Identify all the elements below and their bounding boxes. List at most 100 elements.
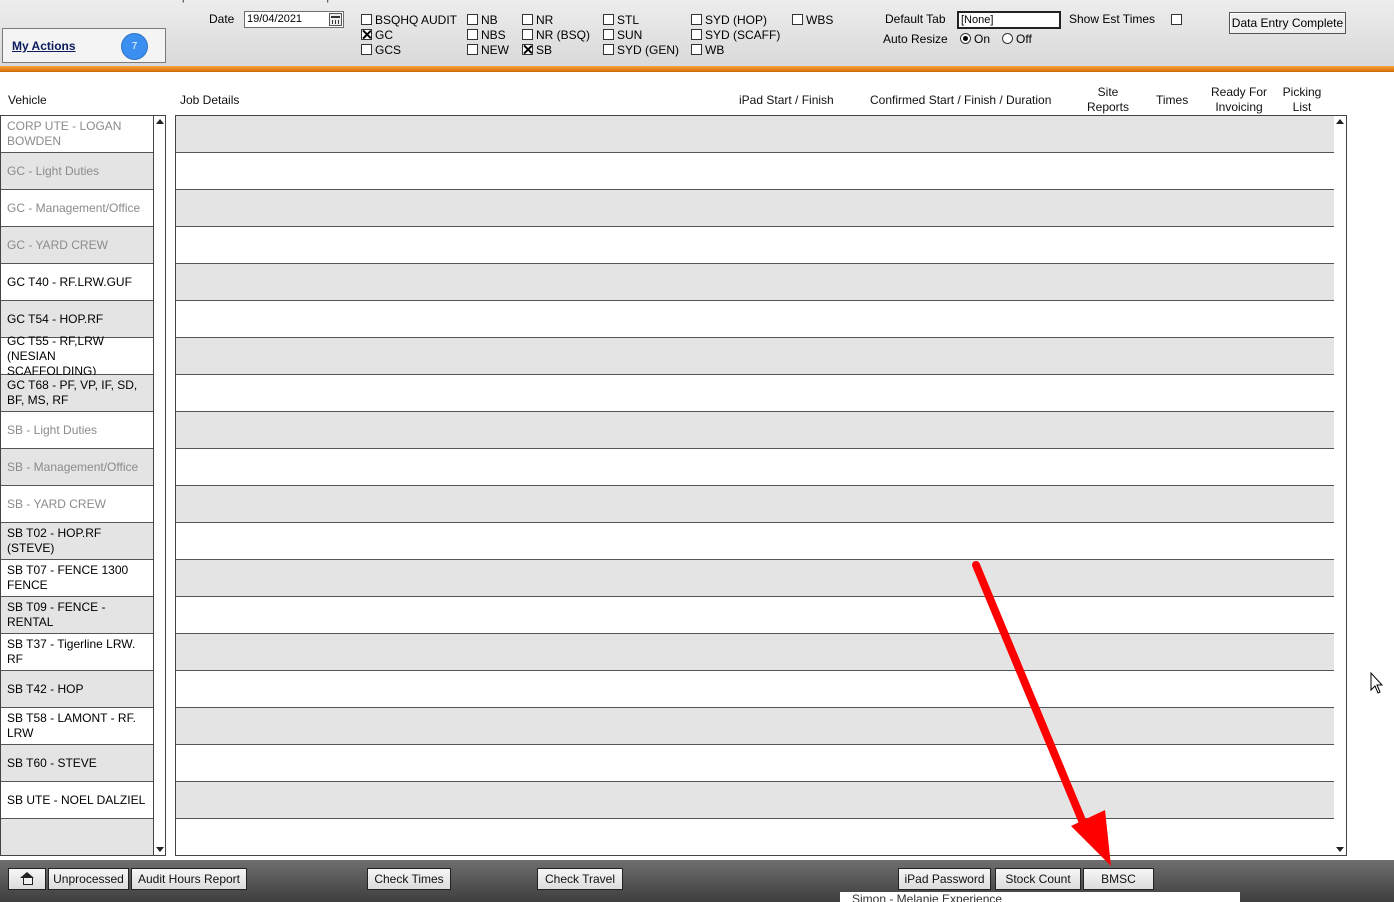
scroll-down-arrow-icon[interactable] (156, 847, 164, 852)
background-window-text: Simon - Melanie Experience (852, 892, 1003, 902)
menu-item-file[interactable]: File (6, 0, 24, 3)
vehicle-list-item[interactable]: GC T55 - RF,LRW (NESIAN SCAFFOLDING) (1, 334, 153, 378)
scroll-up-arrow-icon[interactable] (156, 119, 164, 124)
unprocessed-button[interactable]: Unprocessed (48, 868, 129, 890)
my-actions-label[interactable]: My Actions (12, 39, 76, 53)
bmsc-button[interactable]: BMSC (1083, 868, 1154, 890)
filter-checkbox-nr-bsq[interactable]: NR (BSQ) (522, 28, 590, 42)
home-button[interactable] (8, 868, 46, 890)
job-row[interactable] (176, 745, 1334, 782)
vehicle-list-item[interactable]: SB - Management/Office (1, 449, 153, 486)
check-travel-button[interactable]: Check Travel (537, 868, 623, 890)
scroll-up-arrow-icon[interactable] (1336, 119, 1344, 124)
filter-checkbox-syd-hop[interactable]: SYD (HOP) (691, 13, 767, 27)
menu-item-scripts[interactable]: Scripts (163, 0, 197, 3)
vehicle-name: SB T58 - LAMONT - RF. LRW (7, 711, 136, 740)
menu-item-view[interactable]: View (68, 0, 92, 3)
menu-item-help[interactable]: Help (310, 0, 333, 3)
vehicle-list-item[interactable]: SB T60 - STEVE (1, 745, 153, 782)
vehicle-list-item[interactable]: SB - YARD CREW (1, 486, 153, 523)
filter-checkbox-gcs[interactable]: GCS (361, 43, 401, 57)
vehicle-list-scrollbar[interactable] (154, 115, 166, 856)
default-tab-field[interactable]: [None] (957, 11, 1061, 29)
job-row[interactable] (176, 486, 1334, 523)
checkbox-empty-icon (691, 14, 702, 25)
vehicle-list-item[interactable]: SB - Light Duties (1, 412, 153, 449)
vehicle-list-item[interactable]: SB T02 - HOP.RF (STEVE) (1, 523, 153, 560)
date-field[interactable]: 19/04/2021 (244, 11, 344, 28)
vehicle-list-item[interactable]: SB T09 - FENCE - RENTAL (1, 597, 153, 634)
filter-checkbox-bsqhq-audit[interactable]: BSQHQ AUDIT (361, 13, 457, 27)
filter-checkbox-nbs[interactable]: NBS (467, 28, 506, 42)
auto-resize-on-radio[interactable]: On (960, 32, 990, 46)
job-row[interactable] (176, 708, 1334, 745)
vehicle-list-item[interactable]: SB T37 - Tigerline LRW. RF (1, 634, 153, 671)
job-row[interactable] (176, 634, 1334, 671)
menu-bar: File Edit View Records Scripts Tools Window Hel… (0, 0, 360, 4)
job-row[interactable] (176, 523, 1334, 560)
vehicle-list-item[interactable]: GC - Management/Office (1, 190, 153, 227)
vehicle-list-item[interactable]: GC T54 - HOP.RF (1, 301, 153, 338)
audit-hours-report-button[interactable]: Audit Hours Report (131, 868, 247, 890)
job-row[interactable] (176, 560, 1334, 597)
filter-checkbox-stl[interactable]: STL (603, 13, 639, 27)
job-row[interactable] (176, 227, 1334, 264)
radio-empty-icon (1002, 33, 1013, 44)
ipad-password-button[interactable]: iPad Password (898, 868, 991, 890)
menu-item-records[interactable]: Records (104, 0, 145, 3)
filter-checkbox-syd-scaff[interactable]: SYD (SCAFF) (691, 28, 780, 42)
job-grid-scrollbar[interactable] (1334, 115, 1347, 856)
show-est-times-checkbox[interactable] (1171, 14, 1182, 25)
vehicle-name: GC - Light Duties (7, 163, 100, 178)
job-row[interactable] (176, 671, 1334, 708)
menu-item-tools[interactable]: Tools (215, 0, 241, 3)
check-times-button[interactable]: Check Times (367, 868, 451, 890)
job-row[interactable] (176, 301, 1334, 338)
vehicle-list-item[interactable]: SB T07 - FENCE 1300 FENCE (1, 560, 153, 597)
job-row[interactable] (176, 116, 1334, 153)
calendar-icon[interactable] (329, 13, 342, 26)
vehicle-list-item[interactable]: SB T42 - HOP (1, 671, 153, 708)
menu-item-edit[interactable]: Edit (34, 0, 53, 3)
data-entry-complete-button[interactable]: Data Entry Complete (1229, 12, 1346, 34)
filter-checkbox-syd-gen[interactable]: SYD (GEN) (603, 43, 679, 57)
filter-checkbox-new[interactable]: NEW (467, 43, 509, 57)
job-row[interactable] (176, 597, 1334, 634)
menu-item-window[interactable]: Window (253, 0, 292, 3)
auto-resize-off-radio[interactable]: Off (1002, 32, 1032, 46)
filter-checkbox-gc[interactable]: GC (361, 28, 393, 42)
vehicle-list-item[interactable]: GC T68 - PF, VP, IF, SD, BF, MS, RF (1, 375, 153, 412)
filter-checkbox-nb[interactable]: NB (467, 13, 498, 27)
vehicle-list-item[interactable] (1, 819, 153, 855)
auto-resize-off-label: Off (1016, 32, 1032, 46)
stock-count-button[interactable]: Stock Count (995, 868, 1081, 890)
vehicle-list-item[interactable]: GC - Light Duties (1, 153, 153, 190)
job-row[interactable] (176, 819, 1334, 855)
column-header-picking-list: Picking List (1282, 85, 1322, 114)
mouse-cursor-icon (1370, 671, 1384, 694)
filter-checkbox-wbs[interactable]: WBS (792, 13, 833, 27)
vehicle-list-item[interactable]: GC - YARD CREW (1, 227, 153, 264)
vehicle-list-item[interactable]: CORP UTE - LOGAN BOWDEN (1, 116, 153, 153)
vehicle-list-item[interactable]: SB UTE - NOEL DALZIEL (1, 782, 153, 819)
job-row[interactable] (176, 375, 1334, 412)
filter-checkbox-nr[interactable]: NR (522, 13, 553, 27)
filter-label: BSQHQ AUDIT (375, 13, 458, 27)
job-row[interactable] (176, 412, 1334, 449)
scroll-down-arrow-icon[interactable] (1336, 847, 1344, 852)
filter-checkbox-sb[interactable]: SB (522, 43, 552, 57)
job-row[interactable] (176, 449, 1334, 486)
vehicle-name: GC T55 - RF,LRW (NESIAN SCAFFOLDING) (7, 333, 104, 378)
job-row[interactable] (176, 782, 1334, 819)
job-row[interactable] (176, 153, 1334, 190)
vehicle-list-item[interactable]: GC T40 - RF.LRW.GUF (1, 264, 153, 301)
job-row[interactable] (176, 338, 1334, 375)
job-row[interactable] (176, 264, 1334, 301)
vehicle-name: SB T09 - FENCE - RENTAL (7, 600, 106, 629)
my-actions-button[interactable]: My Actions 7 (2, 28, 166, 63)
filter-checkbox-sun[interactable]: SUN (603, 28, 642, 42)
job-row[interactable] (176, 190, 1334, 227)
column-header-site-reports: Site Reports (1086, 85, 1130, 114)
filter-checkbox-wb[interactable]: WB (691, 43, 724, 57)
vehicle-list-item[interactable]: SB T58 - LAMONT - RF. LRW (1, 708, 153, 745)
